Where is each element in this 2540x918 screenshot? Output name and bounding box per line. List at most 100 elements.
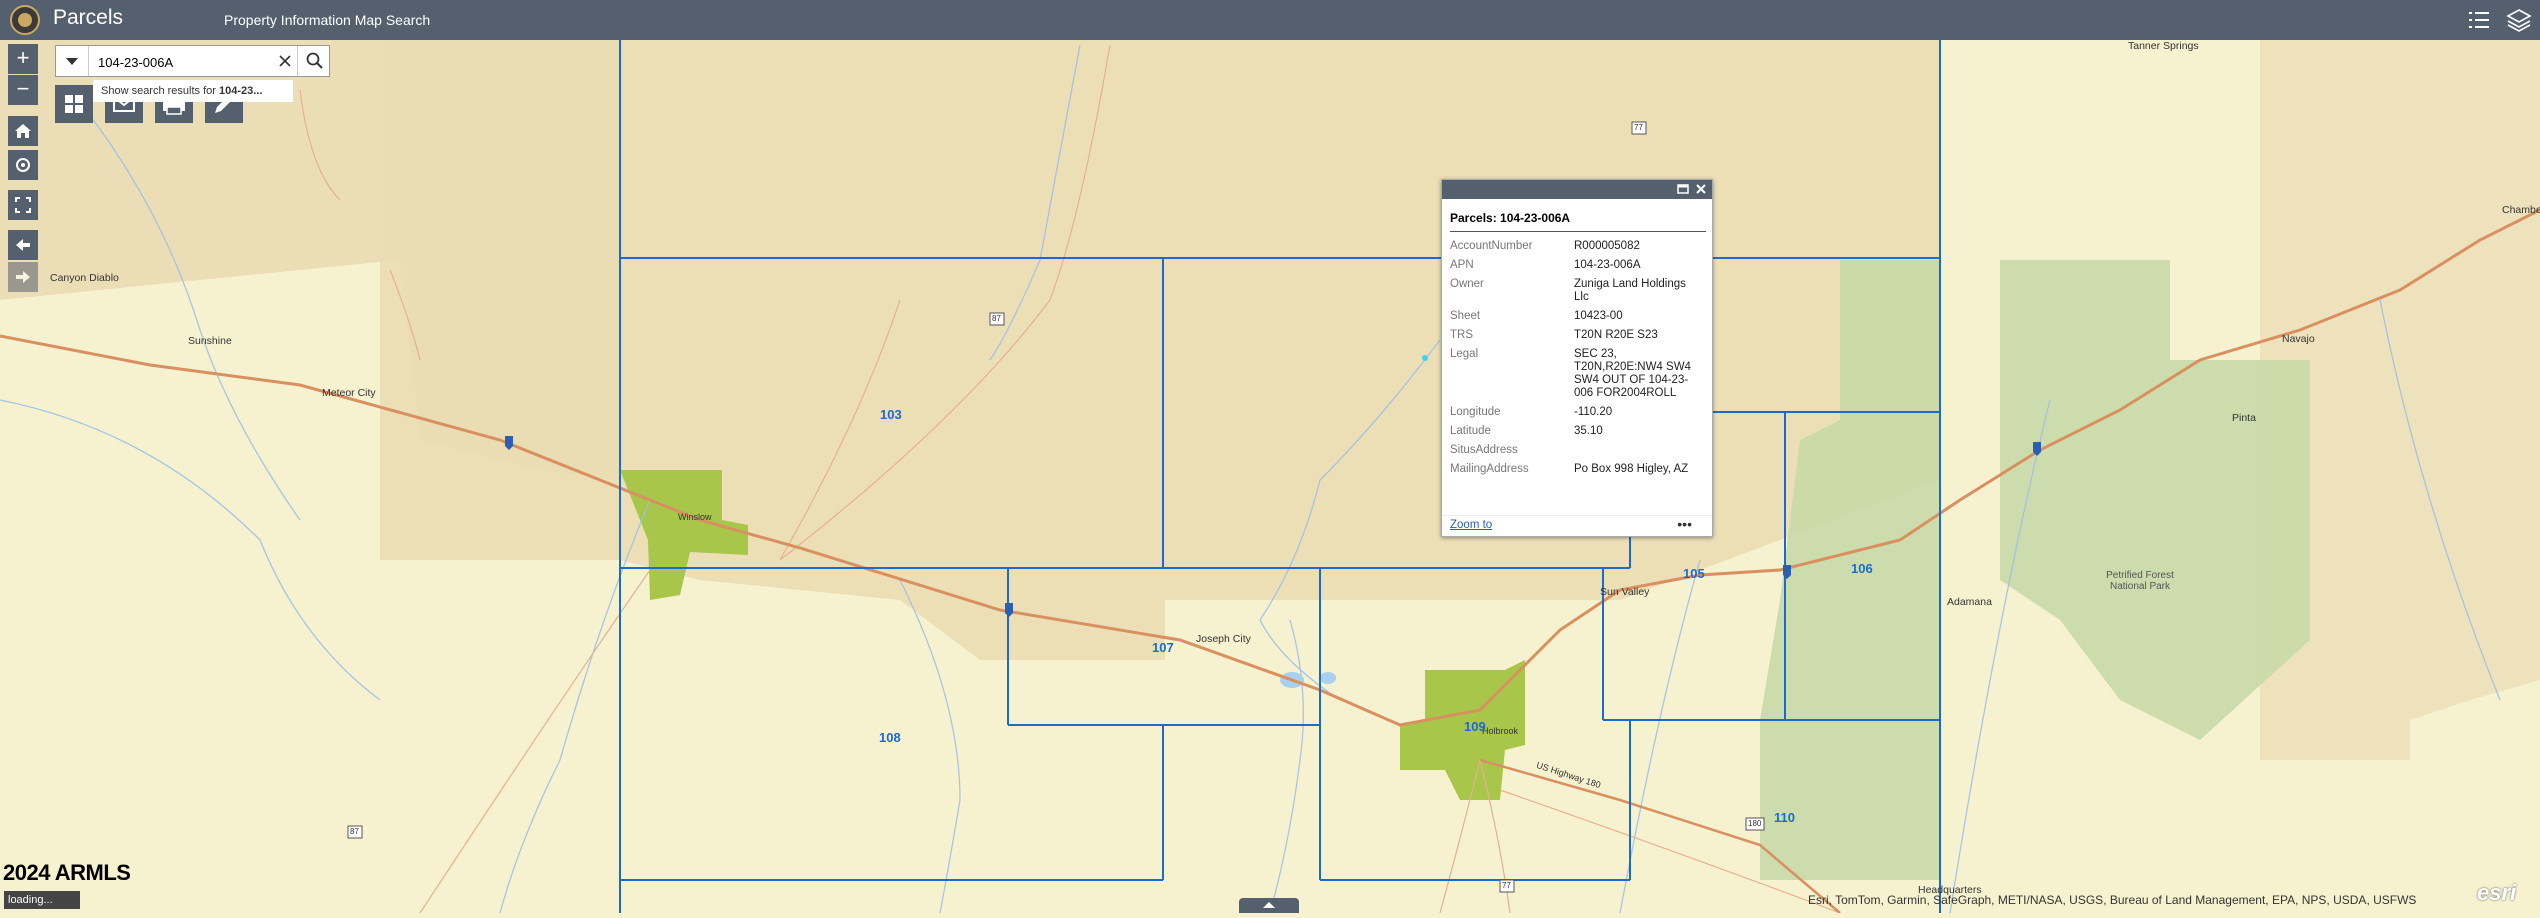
maximize-icon	[1677, 184, 1689, 194]
route-shield-label: 180	[1748, 819, 1762, 828]
attribute-table: AccountNumber R000005082 APN 104-23-006A O…	[1450, 238, 1700, 480]
field-name: Sheet	[1450, 310, 1481, 322]
table-row: Owner Zuniga Land Holdings Llc	[1450, 276, 1700, 308]
home-icon	[15, 124, 31, 138]
armls-watermark: 2024 ARMLS	[3, 860, 131, 885]
field-name: Owner	[1450, 278, 1484, 290]
field-value: 104-23-006A	[1574, 259, 1641, 271]
previous-extent-button[interactable]	[8, 230, 38, 260]
suggestion-term: 104-23...	[219, 85, 263, 97]
county-seal-logo	[10, 5, 40, 35]
field-name: AccountNumber	[1450, 240, 1533, 252]
close-icon	[1696, 184, 1706, 194]
field-value: T20N R20E S23	[1574, 329, 1658, 341]
map-attribution: Esri, TomTom, Garmin, SafeGraph, METI/NA…	[1808, 893, 2417, 907]
place-label: Joseph City	[1196, 633, 1251, 645]
clear-search-button[interactable]	[274, 51, 296, 71]
field-value: 35.10	[1574, 425, 1603, 437]
table-row: Longitude -110.20	[1450, 404, 1700, 423]
popup-titlebar	[1442, 180, 1712, 199]
place-label: Sunshine	[188, 335, 232, 347]
arrow-right-icon	[16, 271, 30, 283]
field-name: Latitude	[1450, 425, 1491, 437]
search-suggestion[interactable]: Show search results for 104-23...	[93, 80, 293, 102]
search-icon	[306, 52, 323, 69]
loading-indicator: loading...	[4, 891, 80, 909]
layers-icon[interactable]	[2505, 6, 2533, 34]
parcel-label-103: 103	[880, 407, 902, 422]
place-label: Canyon Diablo	[50, 272, 119, 284]
place-label: Sun Valley	[1600, 586, 1650, 598]
zoom-in-button[interactable]: +	[8, 44, 38, 74]
field-name: Longitude	[1450, 406, 1501, 418]
home-button[interactable]	[8, 116, 38, 146]
table-row: Sheet 10423-00	[1450, 308, 1700, 327]
parcel-label-109: 109	[1464, 719, 1486, 734]
table-row: AccountNumber R000005082	[1450, 238, 1700, 257]
place-label: Winslow	[678, 512, 712, 522]
suggestion-prefix: Show search results for	[101, 85, 216, 97]
field-value: Zuniga Land Holdings Llc	[1574, 278, 1686, 303]
chevron-down-icon	[66, 58, 78, 65]
place-label: Tanner Springs	[2128, 40, 2199, 52]
search-source-dropdown[interactable]	[56, 46, 89, 76]
parcel-popup: Parcels: 104-23-006A AccountNumber R00000…	[1441, 179, 1713, 537]
parcel-label-110: 110	[1774, 810, 1795, 825]
route-shield-label: 87	[350, 827, 359, 836]
route-shield-label: 77	[1634, 123, 1643, 132]
field-value	[1574, 442, 1700, 461]
parcel-label-108: 108	[879, 730, 901, 745]
next-extent-button[interactable]	[8, 262, 38, 292]
place-label: Meteor City	[322, 387, 376, 399]
table-row: TRS T20N R20E S23	[1450, 327, 1700, 346]
list-icon[interactable]	[2465, 6, 2493, 34]
parcel-label-106: 106	[1851, 561, 1873, 576]
field-value: Po Box 998 Higley, AZ	[1574, 463, 1689, 475]
arrow-left-icon	[16, 239, 30, 251]
table-row: Latitude 35.10	[1450, 423, 1700, 442]
popup-title: Parcels: 104-23-006A	[1450, 211, 1571, 225]
basemap-gallery-button[interactable]	[55, 85, 93, 123]
close-icon	[279, 55, 291, 67]
app-header: Parcels Property Information Map Search	[0, 0, 2540, 40]
table-row: MailingAddress Po Box 998 Higley, AZ	[1450, 461, 1700, 480]
app-subtitle: Property Information Map Search	[224, 12, 431, 28]
locate-button[interactable]	[8, 150, 38, 180]
more-actions-button[interactable]: •••	[1677, 516, 1692, 532]
field-name: APN	[1450, 259, 1474, 271]
maximize-button[interactable]	[1676, 182, 1690, 196]
zoom-to-link[interactable]: Zoom to	[1450, 519, 1492, 531]
field-name: MailingAddress	[1450, 463, 1529, 475]
zoom-out-button[interactable]: −	[8, 75, 38, 105]
fullscreen-button[interactable]	[8, 190, 38, 220]
popup-footer: Zoom to •••	[1442, 515, 1712, 536]
table-row: SitusAddress	[1450, 442, 1700, 461]
esri-logo: esri	[2477, 880, 2517, 905]
search-button[interactable]	[297, 46, 331, 76]
place-label: Petrified Forest National Park	[2106, 570, 2174, 592]
field-name: SitusAddress	[1450, 444, 1518, 456]
place-label: Holbrook	[1482, 726, 1519, 736]
locate-icon	[16, 158, 30, 172]
search-widget	[55, 45, 330, 77]
field-name: Legal	[1450, 348, 1479, 360]
field-value: SEC 23, T20N,R20E:NW4 SW4 SW4 OUT OF 104…	[1574, 348, 1691, 399]
field-value: -110.20	[1574, 406, 1613, 418]
field-name: TRS	[1450, 329, 1473, 341]
fullscreen-icon	[15, 197, 31, 213]
route-shield-label: 87	[992, 314, 1001, 323]
parcel-label-105: 105	[1683, 566, 1705, 581]
place-label: Adamana	[1947, 596, 1992, 608]
attribute-table-toggle[interactable]	[1239, 898, 1299, 913]
place-label: Navajo	[2282, 333, 2315, 345]
map-canvas[interactable]	[0, 0, 2540, 913]
table-row: APN 104-23-006A	[1450, 257, 1700, 276]
field-value: R000005082	[1574, 240, 1640, 252]
app-title: Parcels	[53, 6, 124, 29]
place-label: Pinta	[2232, 412, 2256, 424]
popup-divider	[1450, 231, 1706, 232]
route-shield-label: 77	[1502, 881, 1511, 890]
selected-parcel-marker	[1422, 355, 1428, 361]
close-popup-button[interactable]	[1694, 182, 1708, 196]
chevron-up-icon	[1263, 902, 1275, 908]
